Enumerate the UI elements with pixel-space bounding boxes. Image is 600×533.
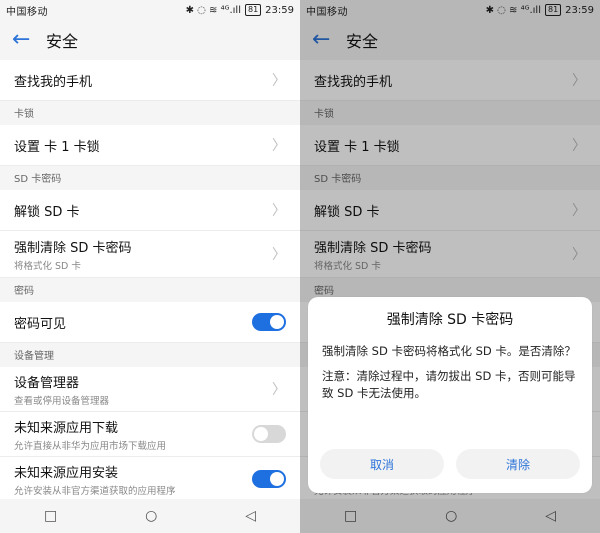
screenshot-composite: 中国移动 ✱ ◌ ≋ ⁴ᴳ.ıll 81 23:59 ← 安全 查找我的手机 〉… [0, 0, 600, 533]
dialog-note: 注意：清除过程中，请勿拔出 SD 卡，否则可能导致 SD 卡无法使用。 [322, 369, 576, 400]
chevron-right-icon: 〉 [272, 73, 286, 89]
row-label: 解锁 SD 卡 [14, 204, 80, 220]
section-header-sd-password: SD 卡密码 [0, 166, 300, 190]
set-sim-lock-row[interactable]: 设置 卡 1 卡锁 〉 [0, 125, 300, 166]
row-label: 未知来源应用安装 [14, 465, 119, 481]
carrier-label: 中国移动 [6, 6, 48, 18]
clock: 23:59 [265, 4, 294, 16]
password-visible-row[interactable]: 密码可见 [0, 302, 300, 343]
row-label: 查找我的手机 [14, 74, 93, 90]
device-manager-row[interactable]: 设备管理器 查看或停用设备管理器 〉 [0, 367, 300, 412]
unknown-download-toggle[interactable] [252, 425, 286, 443]
dialog-message: 强制清除 SD 卡密码将格式化 SD 卡。是否清除？ [322, 344, 576, 358]
page-title: 安全 [46, 32, 79, 51]
clear-button[interactable]: 清除 [456, 449, 580, 479]
navigation-bar: □ ○ ◁ [0, 499, 300, 533]
row-label: 未知来源应用下载 [14, 420, 119, 436]
back-arrow-icon[interactable]: ← [12, 29, 34, 51]
status-bar: 中国移动 ✱ ◌ ≋ ⁴ᴳ.ıll 81 23:59 [0, 0, 300, 20]
chevron-right-icon: 〉 [272, 247, 286, 263]
title-bar: ← 安全 [0, 20, 300, 60]
row-label: 强制清除 SD 卡密码 [14, 240, 132, 256]
phone-screen-left: 中国移动 ✱ ◌ ≋ ⁴ᴳ.ıll 81 23:59 ← 安全 查找我的手机 〉… [0, 0, 300, 533]
chevron-right-icon: 〉 [272, 382, 286, 398]
dialog-buttons: 取消 清除 [320, 449, 580, 479]
unknown-source-install-row[interactable]: 未知来源应用安装 允许安装从非官方渠道获取的应用程序 [0, 457, 300, 502]
row-sublabel: 允许直接从非华为应用市场下载应用 [14, 440, 167, 452]
confirm-dialog: 强制清除 SD 卡密码 强制清除 SD 卡密码将格式化 SD 卡。是否清除？ 注… [308, 297, 592, 493]
recent-apps-icon[interactable]: □ [44, 508, 57, 524]
toggle-knob [270, 315, 284, 329]
toggle-knob [270, 472, 284, 486]
phone-screen-right: 中国移动 ✱ ◌ ≋ ⁴ᴳ.ıll 81 23:59 ← 安全 查找我的手机 〉… [300, 0, 600, 533]
section-header-device-management: 设备管理 [0, 343, 300, 367]
unknown-source-download-row[interactable]: 未知来源应用下载 允许直接从非华为应用市场下载应用 [0, 412, 300, 457]
row-sublabel: 查看或停用设备管理器 [14, 395, 110, 407]
section-header-sim-lock: 卡锁 [0, 101, 300, 125]
home-icon[interactable]: ○ [145, 508, 157, 524]
signal-icons: ✱ ◌ ≋ ⁴ᴳ.ıll [185, 4, 241, 16]
find-my-phone-row[interactable]: 查找我的手机 〉 [0, 60, 300, 101]
row-label: 密码可见 [14, 316, 67, 332]
battery-icon: 81 [244, 4, 262, 16]
dialog-title: 强制清除 SD 卡密码 [386, 312, 514, 328]
row-sublabel: 允许安装从非官方渠道获取的应用程序 [14, 485, 176, 497]
force-clear-sd-row[interactable]: 强制清除 SD 卡密码 将格式化 SD 卡 〉 [0, 231, 300, 278]
toggle-knob [254, 427, 268, 441]
chevron-right-icon: 〉 [272, 138, 286, 154]
password-visible-toggle[interactable] [252, 313, 286, 331]
back-icon[interactable]: ◁ [245, 508, 256, 524]
row-sublabel: 将格式化 SD 卡 [14, 260, 81, 272]
row-label: 设置 卡 1 卡锁 [14, 139, 100, 155]
dialog-body: 强制清除 SD 卡密码将格式化 SD 卡。是否清除？ 注意：清除过程中，请勿拔出… [308, 343, 592, 402]
row-label: 设备管理器 [14, 375, 80, 391]
cancel-button[interactable]: 取消 [320, 449, 444, 479]
section-header-password: 密码 [0, 278, 300, 302]
status-icons: ✱ ◌ ≋ ⁴ᴳ.ıll 81 23:59 [186, 4, 294, 16]
unknown-install-toggle[interactable] [252, 470, 286, 488]
unlock-sd-row[interactable]: 解锁 SD 卡 〉 [0, 190, 300, 231]
chevron-right-icon: 〉 [272, 203, 286, 219]
